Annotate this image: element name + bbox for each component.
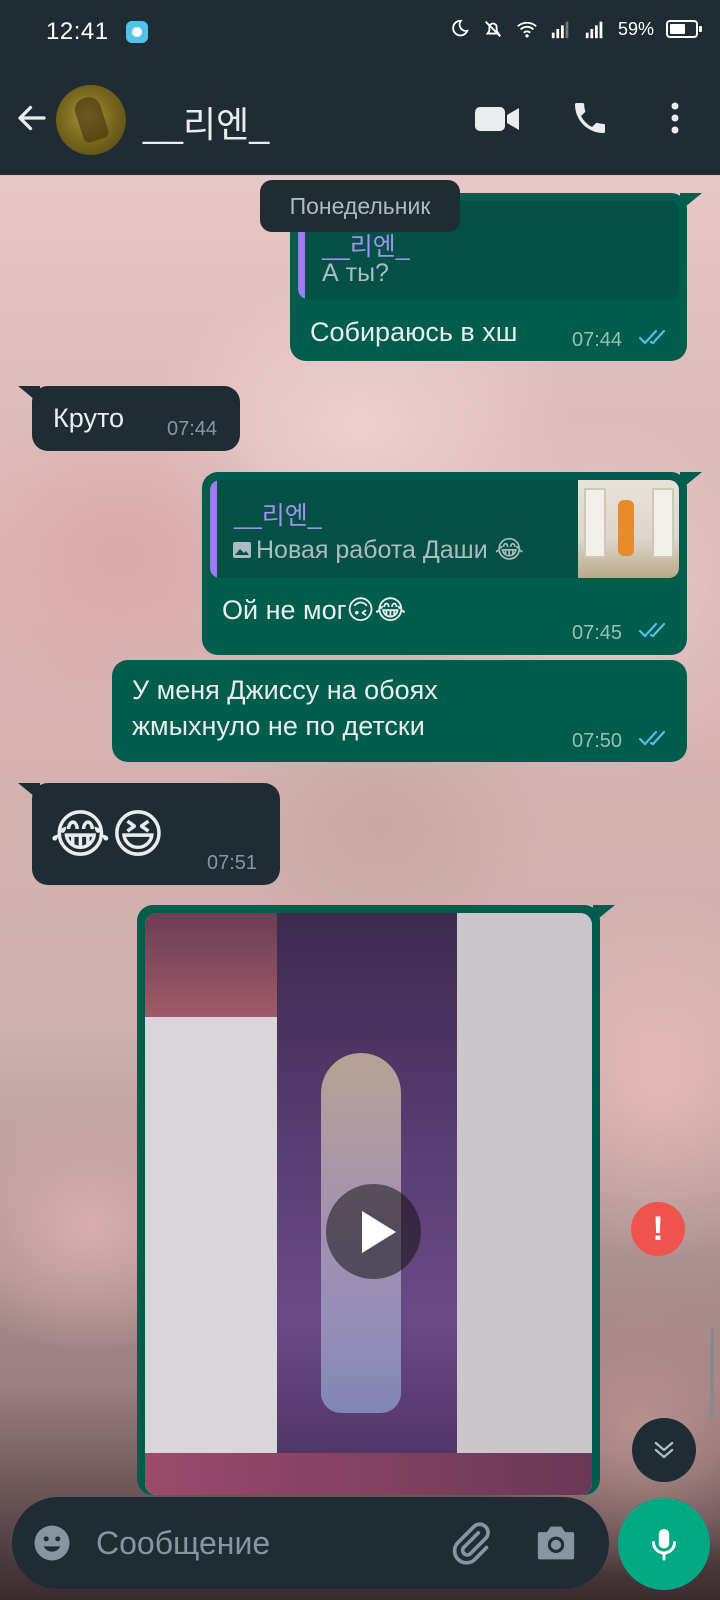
- thumbnail-figure: [618, 500, 634, 556]
- quote-text: А ты?: [322, 259, 389, 287]
- message-text: Собираюсь в хш: [310, 317, 518, 347]
- battery-percentage: 59%: [617, 18, 654, 39]
- message-text-line-1: У меня Джиссу на обоях: [132, 675, 438, 705]
- message-input[interactable]: [96, 1517, 426, 1569]
- photo-icon: [233, 542, 251, 558]
- bubble-tail: [18, 386, 40, 404]
- message-bubble-outgoing[interactable]: __리엔_ Новая работа Даши 😂 Ой не мог🙃😂 07…: [202, 472, 687, 655]
- more-options-icon[interactable]: [660, 98, 690, 138]
- voice-record-button[interactable]: [618, 1498, 710, 1590]
- thumbnail-door: [652, 488, 674, 558]
- contact-avatar[interactable]: [56, 85, 126, 155]
- video-call-icon[interactable]: [474, 102, 520, 136]
- video-frame-panel: [457, 913, 592, 1495]
- chat-header: __리엔_: [0, 62, 720, 175]
- app-notification-icon: [126, 21, 148, 43]
- status-icons: 59%: [448, 18, 702, 40]
- phone-call-icon[interactable]: [570, 98, 610, 138]
- thumbnail-door: [584, 488, 606, 558]
- muted-bell-icon: [484, 21, 501, 37]
- message-time: 07:44: [572, 329, 623, 351]
- video-frame-panel: [145, 913, 277, 1017]
- wifi-icon: [517, 21, 537, 38]
- bubble-tail: [680, 472, 702, 490]
- message-composer: [12, 1497, 609, 1589]
- read-receipt-icon: [638, 730, 666, 746]
- message-bubble-incoming[interactable]: Круто 07:44: [32, 386, 240, 451]
- message-text-line-2: жмыхнуло не по детски: [132, 711, 425, 741]
- quote-author: __리엔_: [322, 233, 410, 261]
- bubble-tail: [593, 905, 615, 923]
- quote-text: Новая работа Даши 😂: [256, 536, 524, 564]
- read-receipt-icon: [638, 622, 666, 638]
- double-chevron-down-icon: [654, 1441, 674, 1459]
- message-bubble-outgoing[interactable]: У меня Джиссу на обоях жмыхнуло не по де…: [112, 660, 687, 762]
- emoji-icon[interactable]: [32, 1523, 72, 1563]
- play-icon[interactable]: [326, 1184, 421, 1279]
- message-time: 07:44: [167, 418, 218, 440]
- scroll-to-bottom-button[interactable]: [632, 1418, 696, 1482]
- message-text: Круто: [53, 403, 125, 433]
- message-time: 07:45: [572, 622, 623, 644]
- message-emoji-text: 😂😆: [50, 806, 165, 864]
- message-bubble-incoming[interactable]: 😂😆 07:51: [32, 783, 280, 885]
- status-bar: 12:41 59%: [0, 0, 720, 62]
- status-time: 12:41: [46, 18, 109, 45]
- video-message-bubble[interactable]: [137, 905, 600, 1495]
- quoted-message[interactable]: __리엔_ Новая работа Даши 😂: [210, 480, 679, 578]
- back-arrow-icon[interactable]: [14, 100, 50, 136]
- date-separator: Понедельник: [260, 180, 460, 232]
- error-alert-icon[interactable]: !: [631, 1202, 685, 1256]
- video-thumbnail[interactable]: [145, 913, 592, 1495]
- quote-accent-bar: [210, 480, 217, 578]
- read-receipt-icon: [638, 329, 666, 345]
- signal-icon: [551, 21, 569, 39]
- battery-icon: [666, 20, 702, 38]
- video-frame-panel: [145, 1453, 592, 1495]
- quote-author: __리엔_: [234, 502, 322, 530]
- video-frame-panel: [145, 1017, 277, 1495]
- attach-paperclip-icon[interactable]: [448, 1521, 492, 1565]
- microphone-icon: [652, 1529, 676, 1561]
- message-text: Ой не мог🙃😂: [222, 595, 407, 625]
- bubble-tail: [18, 783, 40, 801]
- scrollbar[interactable]: [710, 1328, 714, 1418]
- moon-icon: [452, 19, 469, 37]
- contact-name[interactable]: __리엔_: [143, 96, 269, 148]
- message-time: 07:51: [207, 852, 258, 874]
- quote-image-thumbnail: [578, 480, 679, 578]
- signal-icon-2: [585, 21, 603, 39]
- bubble-tail: [680, 193, 702, 211]
- message-time: 07:50: [572, 730, 623, 752]
- camera-icon[interactable]: [534, 1523, 578, 1563]
